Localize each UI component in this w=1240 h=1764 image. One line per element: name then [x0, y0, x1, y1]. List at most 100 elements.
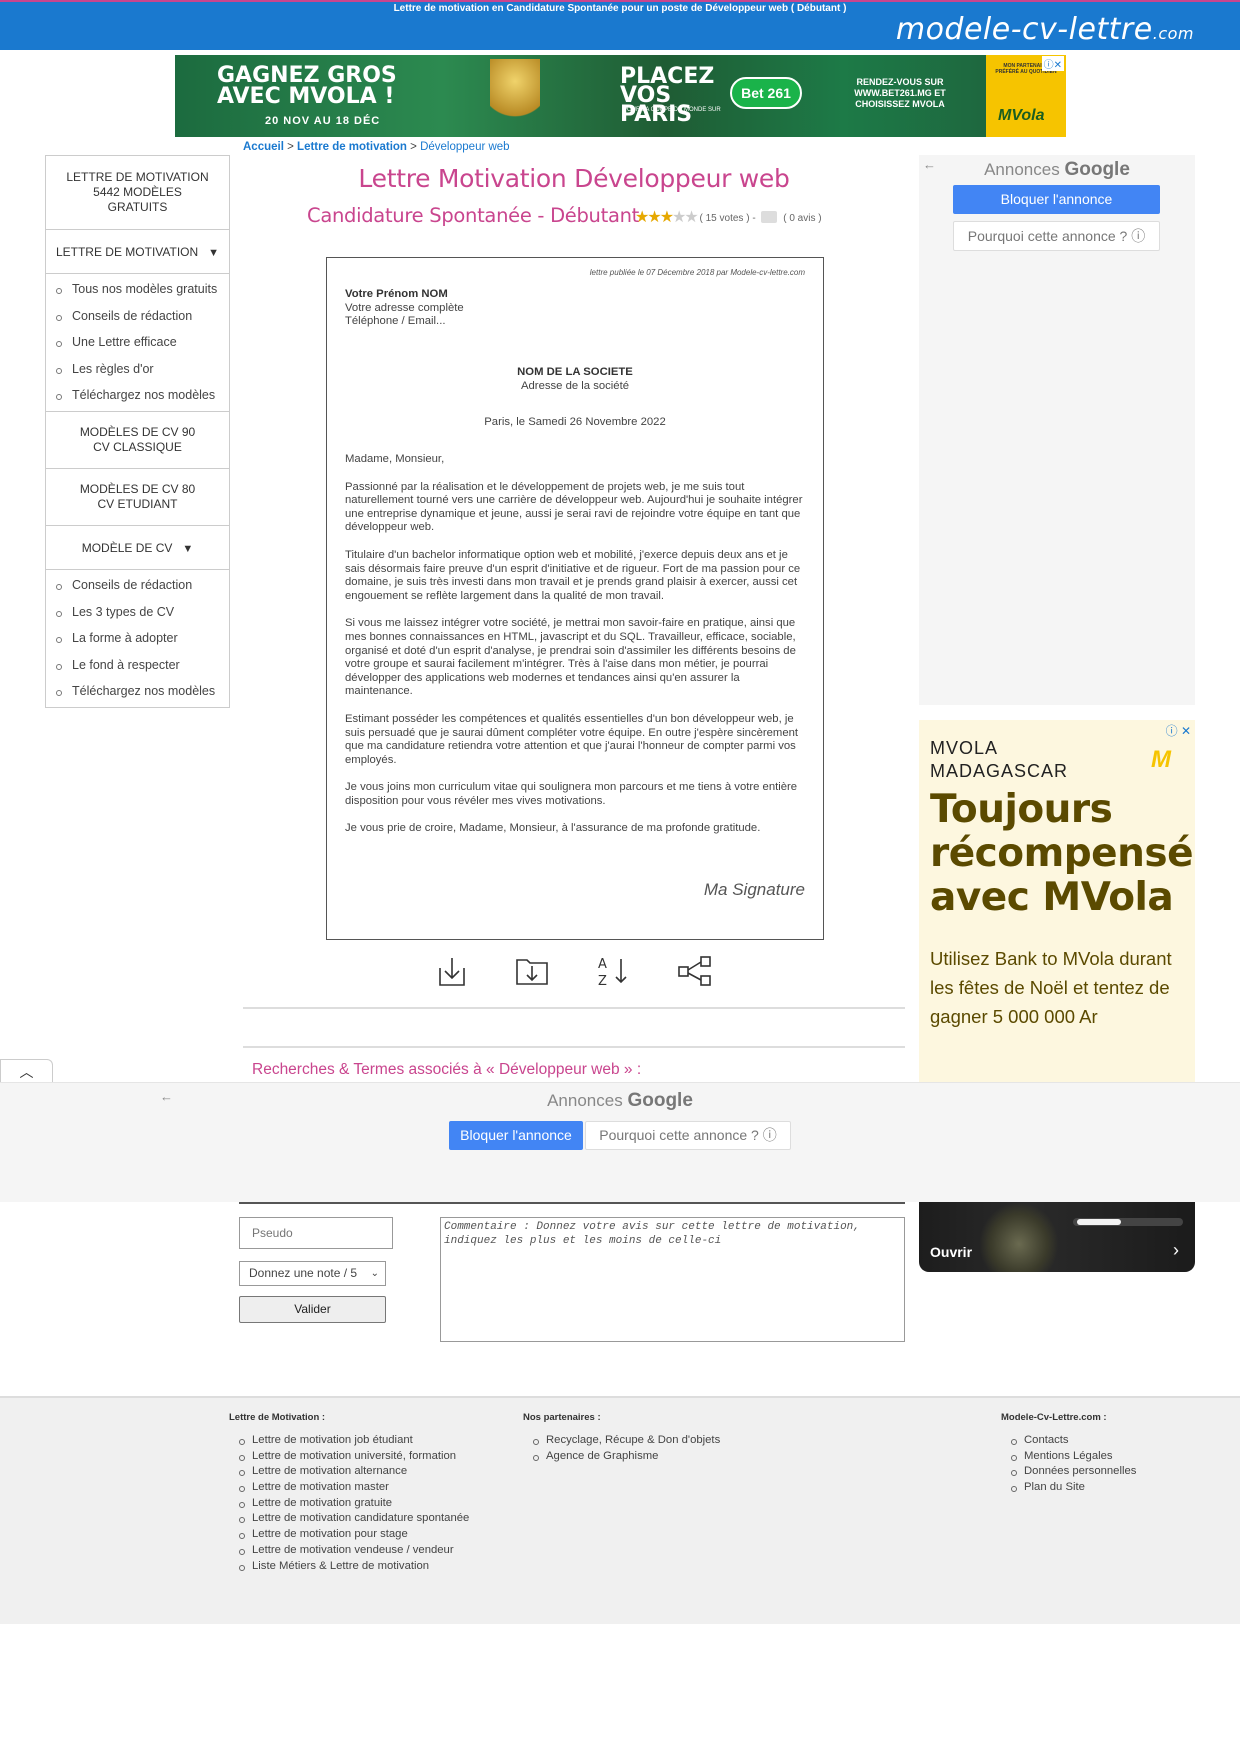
- banner-cta: RENDEZ-VOUS SUR WWW.BET261.MG ET CHOISIS…: [854, 77, 946, 109]
- annonces-label: Annonces: [547, 1091, 623, 1110]
- sidebar-link[interactable]: Conseils de rédaction: [46, 572, 229, 599]
- footer-link[interactable]: Liste Métiers & Lettre de motivation: [229, 1559, 469, 1575]
- sidebar-link[interactable]: Les règles d'or: [46, 356, 229, 383]
- letter-paragraph: Estimant posséder les compétences et qua…: [345, 712, 799, 766]
- footer-link[interactable]: Contacts: [1001, 1433, 1136, 1449]
- sidebar-link[interactable]: Conseils de rédaction: [46, 303, 229, 330]
- sidebar-cv-etudiant-block[interactable]: MODÈLES DE CV 80 CV ETUDIANT: [46, 469, 229, 526]
- chevron-up-icon: ︿: [19, 1064, 34, 1080]
- svg-text:Z: Z: [598, 974, 607, 988]
- comment-textarea[interactable]: Commentaire : Donnez votre avis sur cett…: [440, 1217, 905, 1342]
- footer-col-title: Lettre de Motivation :: [229, 1412, 326, 1423]
- block-ad-button[interactable]: Bloquer l'annonce: [953, 185, 1160, 214]
- star-icon[interactable]: ★: [647, 209, 661, 226]
- submit-button[interactable]: Valider: [239, 1296, 386, 1323]
- mvola-logo-icon: M: [1151, 746, 1171, 773]
- mvola-text: Utilisez Bank to MVola durant les fêtes …: [930, 948, 1172, 1027]
- mvola-ad[interactable]: ⓘ ✕ MVOLA MADAGASCAR M Toujours récompen…: [919, 720, 1195, 1085]
- why-this-ad-button[interactable]: Pourquoi cette annonce ? ⓘ: [585, 1121, 791, 1150]
- sidebar-lettre-block[interactable]: LETTRE DE MOTIVATION 5442 MODÈLES GRATUI…: [46, 156, 229, 230]
- vote-count: ( 15 votes ): [699, 213, 750, 224]
- download-folder-icon[interactable]: [514, 954, 550, 988]
- video-ad[interactable]: Ouvrir ›: [919, 1202, 1195, 1272]
- ad-progress-fill: [1077, 1219, 1121, 1225]
- letter-paragraph: Si vous me laissez intégrer votre sociét…: [345, 617, 796, 698]
- sidebar-link[interactable]: Téléchargez nos modèles: [46, 678, 229, 705]
- rating-stars[interactable]: ★★★★★: [635, 209, 699, 226]
- sidebar-section-lettre[interactable]: LETTRE DE MOTIVATION ▼: [46, 230, 229, 274]
- ad-progress-bar: [1073, 1218, 1183, 1226]
- star-icon[interactable]: ★: [684, 209, 698, 226]
- site-logo[interactable]: modele-cv-lettre.com: [896, 12, 1194, 47]
- divider: [239, 1202, 905, 1204]
- adchoices-icon[interactable]: ⓘ ✕: [1166, 722, 1191, 739]
- footer-link[interactable]: Lettre de motivation job étudiant: [229, 1433, 469, 1449]
- mvola-brand: MVOLA MADAGASCAR: [930, 738, 1069, 781]
- block-ad-button[interactable]: Bloquer l'annonce: [449, 1121, 583, 1150]
- rating-separator: -: [752, 213, 756, 224]
- breadcrumb: Accueil > Lettre de motivation > Dévelop…: [243, 141, 510, 153]
- footer-link[interactable]: Lettre de motivation gratuite: [229, 1496, 469, 1512]
- footer-link[interactable]: Lettre de motivation candidature spontan…: [229, 1511, 469, 1527]
- dropdown-arrow-icon: ▼: [208, 247, 220, 259]
- adchoices-icon[interactable]: ⓘ✕: [1041, 56, 1064, 71]
- sidebar-link[interactable]: Les 3 types de CV: [46, 599, 229, 626]
- breadcrumb-section-link[interactable]: Lettre de motivation: [297, 141, 407, 153]
- sidebar-link[interactable]: Tous nos modèles gratuits: [46, 276, 229, 303]
- banner-ad[interactable]: GAGNEZ GROS AVEC MVOLA ! 20 NOV AU 18 DÉ…: [175, 55, 1066, 137]
- letter-paragraph: Titulaire d'un bachelor informatique opt…: [345, 548, 801, 602]
- star-icon[interactable]: ★: [635, 209, 649, 226]
- footer-link[interactable]: Recyclage, Récupe & Don d'objets: [523, 1433, 720, 1449]
- sidebar-link[interactable]: La forme à adopter: [46, 625, 229, 652]
- footer-links: Recyclage, Récupe & Don d'objets Agence d…: [523, 1433, 720, 1464]
- footer-col-partenaires: Nos partenaires : Recyclage, Récupe & Do…: [523, 1412, 720, 1464]
- banner-place: PLACEZ VOS PARIS: [620, 64, 715, 127]
- rating-select[interactable]: Donnez une note / 5 ⌄: [239, 1261, 386, 1286]
- footer-links: Contacts Mentions Légales Données personne…: [1001, 1433, 1136, 1496]
- sort-az-icon[interactable]: AZ: [596, 954, 632, 989]
- google-ad-panel: ← Annonces Google Bloquer l'annonce Pour…: [919, 155, 1195, 705]
- footer-col-title: Modele-Cv-Lettre.com :: [1001, 1412, 1107, 1423]
- breadcrumb-home-link[interactable]: Accueil: [243, 141, 284, 153]
- sender-address: Votre adresse complète: [345, 301, 464, 314]
- sidebar-link[interactable]: Le fond à respecter: [46, 652, 229, 679]
- sidebar-cv-classique-block[interactable]: MODÈLES DE CV 90 CV CLASSIQUE: [46, 412, 229, 469]
- sidebar-section-label: LETTRE DE MOTIVATION: [55, 245, 199, 259]
- breadcrumb-current: Développeur web: [420, 141, 510, 153]
- logo-tld: .com: [1152, 24, 1194, 43]
- footer-link[interactable]: Mentions Légales: [1001, 1449, 1136, 1465]
- open-ad-button[interactable]: Ouvrir: [930, 1244, 972, 1260]
- star-icon[interactable]: ★: [660, 209, 674, 226]
- banner-headline: GAGNEZ GROS AVEC MVOLA !: [217, 63, 397, 109]
- letter-paragraph: Je vous joins mon curriculum vitae qui s…: [345, 781, 798, 807]
- google-label: Google: [627, 1090, 693, 1111]
- share-icon[interactable]: [677, 954, 713, 988]
- letter-body: Madame, Monsieur, Passionné par la réali…: [345, 453, 807, 850]
- footer-link[interactable]: Agence de Graphisme: [523, 1449, 720, 1465]
- chevron-right-icon[interactable]: ›: [1173, 1240, 1179, 1261]
- bet261-logo: Bet 261: [730, 77, 802, 109]
- scroll-up-tab[interactable]: ︿: [0, 1059, 53, 1083]
- sidebar-link[interactable]: Téléchargez nos modèles: [46, 382, 229, 409]
- chevron-down-icon: ⌄: [370, 1268, 379, 1279]
- why-this-ad-button[interactable]: Pourquoi cette annonce ? ⓘ: [953, 221, 1160, 251]
- letter-published-note: lettre publiée le 07 Décembre 2018 par M…: [589, 268, 805, 277]
- pseudo-input[interactable]: [239, 1217, 393, 1249]
- download-icon[interactable]: [434, 954, 470, 988]
- footer-link[interactable]: Lettre de motivation université, formati…: [229, 1449, 469, 1465]
- footer-link[interactable]: Lettre de motivation pour stage: [229, 1527, 469, 1543]
- footer-link[interactable]: Lettre de motivation vendeuse / vendeur: [229, 1543, 469, 1559]
- footer-link[interactable]: Données personnelles: [1001, 1464, 1136, 1480]
- mvola-headline: Toujours récompensé avec MVola: [930, 787, 1194, 920]
- page-subtitle: Candidature Spontanée - Débutant: [307, 204, 640, 227]
- sidebar-link[interactable]: Une Lettre efficace: [46, 329, 229, 356]
- google-label: Google: [1064, 159, 1130, 180]
- star-icon[interactable]: ★: [672, 209, 686, 226]
- dropdown-arrow-icon: ▼: [182, 542, 194, 555]
- ads-by-google-label: Annonces Google: [919, 159, 1195, 181]
- footer-link[interactable]: Lettre de motivation master: [229, 1480, 469, 1496]
- rating-select-value: Donnez une note / 5: [249, 1266, 358, 1280]
- footer-link[interactable]: Plan du Site: [1001, 1480, 1136, 1496]
- sidebar-section-cv[interactable]: MODÈLE DE CV ▼: [46, 526, 229, 570]
- footer-link[interactable]: Lettre de motivation alternance: [229, 1464, 469, 1480]
